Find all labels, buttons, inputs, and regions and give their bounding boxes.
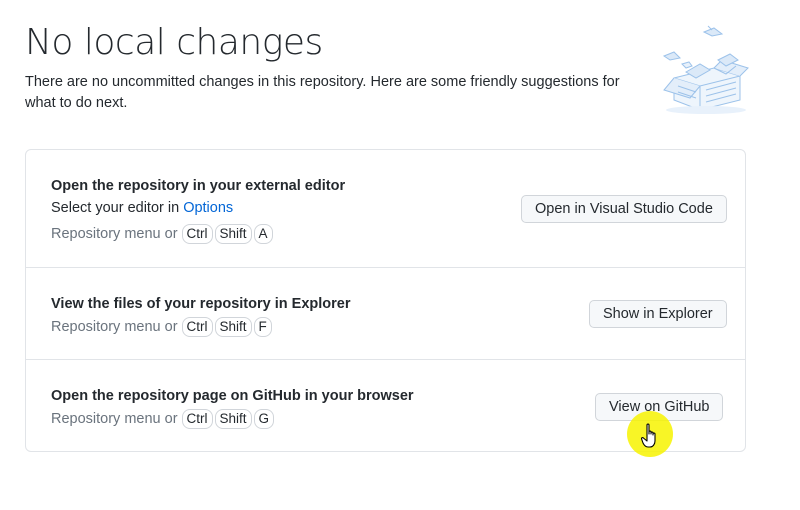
keyboard-shortcut: Repository menu or Ctrl Shift G (51, 409, 275, 429)
options-link[interactable]: Options (183, 200, 233, 216)
key-ctrl: Ctrl (181, 317, 213, 337)
key-f: F (253, 317, 272, 337)
hand-pointer-icon (641, 423, 656, 448)
key-shift: Shift (214, 224, 252, 244)
shortcut-prefix: Repository menu or (51, 411, 178, 427)
suggestion-title: Open the repository page on GitHub in yo… (51, 388, 414, 404)
suggestion-show-in-explorer: View the files of your repository in Exp… (26, 268, 745, 360)
page-description: There are no uncommitted changes in this… (25, 74, 620, 111)
shortcut-prefix: Repository menu or (51, 319, 178, 335)
page-title: No local changes (25, 22, 323, 63)
key-a: A (253, 224, 273, 244)
keyboard-shortcut: Repository menu or Ctrl Shift F (51, 317, 272, 337)
show-in-explorer-button[interactable]: Show in Explorer (589, 300, 727, 328)
suggestions-card: Open the repository in your external edi… (25, 149, 746, 452)
open-box-illustration-icon (662, 25, 749, 114)
key-ctrl: Ctrl (181, 224, 213, 244)
shortcut-prefix: Repository menu or (51, 226, 178, 242)
key-g: G (253, 409, 275, 429)
suggestion-title: Open the repository in your external edi… (51, 178, 346, 194)
suggestion-open-in-editor: Open the repository in your external edi… (26, 150, 745, 268)
suggestion-subtitle: Select your editor in Options (51, 200, 233, 216)
open-in-vscode-button[interactable]: Open in Visual Studio Code (521, 195, 727, 223)
key-shift: Shift (214, 409, 252, 429)
key-ctrl: Ctrl (181, 409, 213, 429)
keyboard-shortcut: Repository menu or Ctrl Shift A (51, 224, 273, 244)
subtitle-text: Select your editor in (51, 200, 184, 216)
suggestion-title: View the files of your repository in Exp… (51, 296, 351, 312)
key-shift: Shift (214, 317, 252, 337)
no-local-changes-page: No local changes There are no uncommitte… (0, 0, 800, 510)
